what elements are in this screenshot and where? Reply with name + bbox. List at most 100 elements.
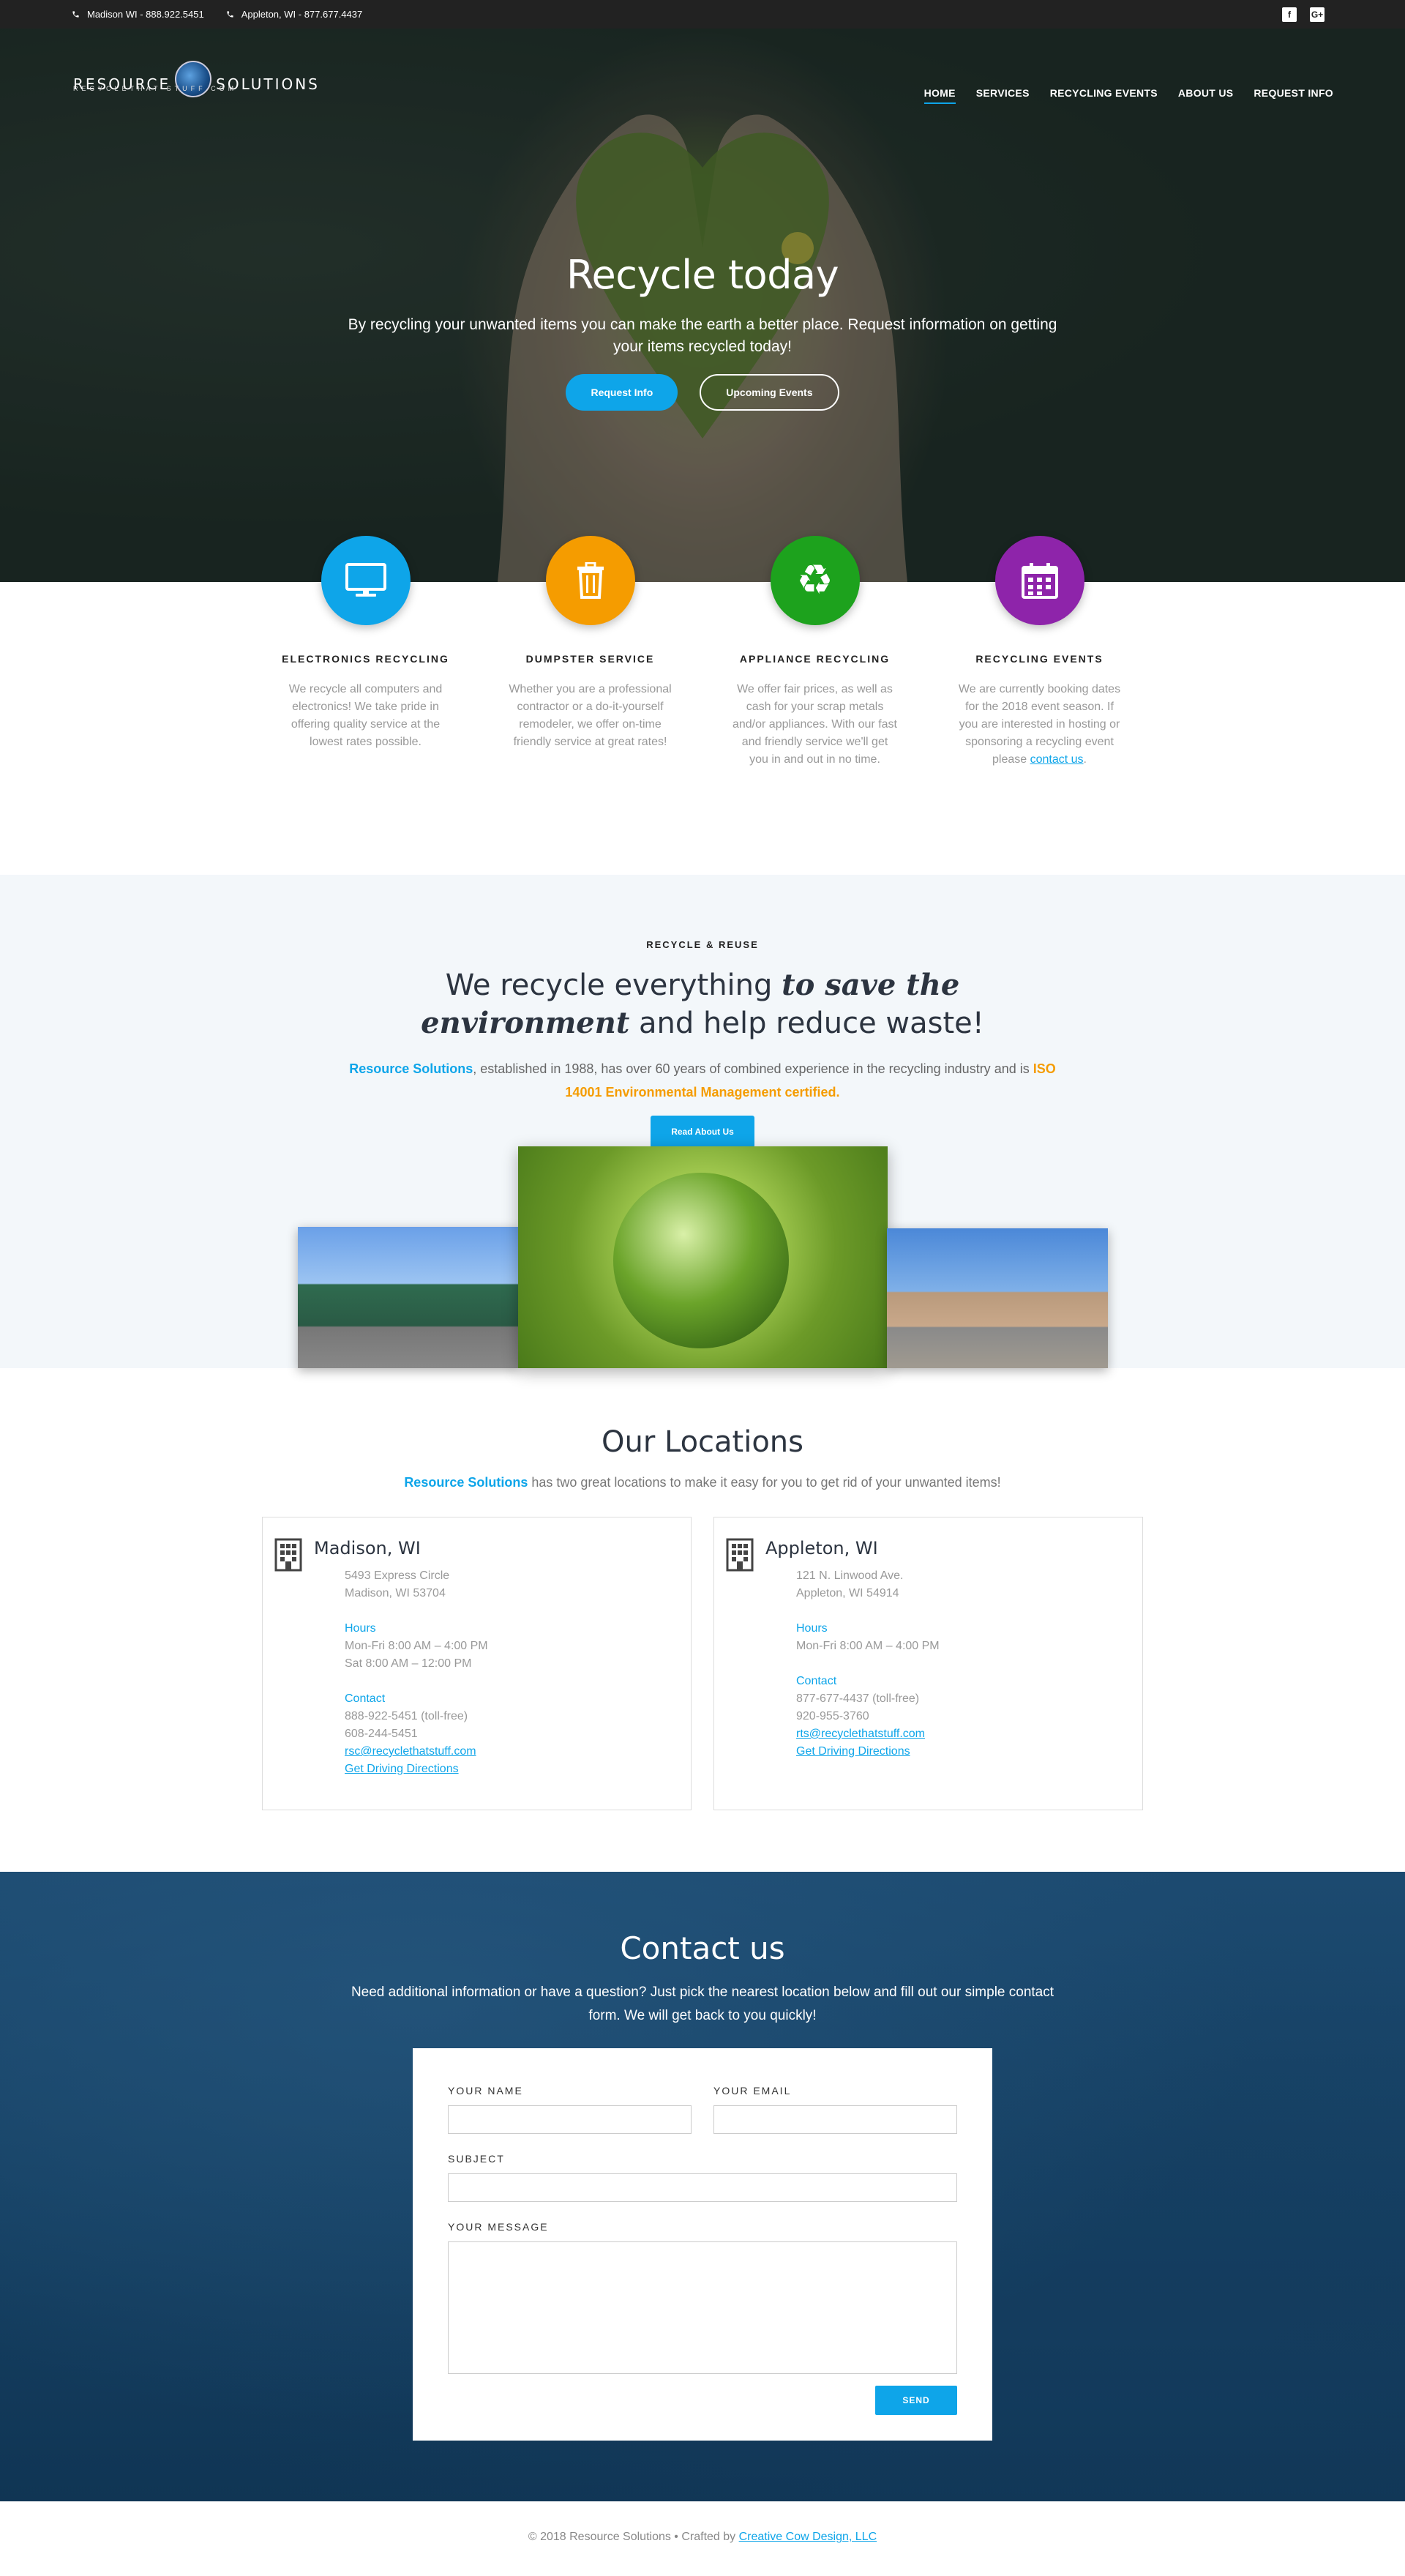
nav-services[interactable]: SERVICES xyxy=(976,87,1030,104)
globe-image xyxy=(613,1173,789,1348)
name-label: YOUR NAME xyxy=(448,2085,523,2097)
facebook-icon[interactable]: f xyxy=(1282,7,1297,22)
hours-line: Mon-Fri 8:00 AM – 4:00 PM xyxy=(796,1640,940,1652)
recycle-heading: We recycle everything to save the enviro… xyxy=(337,966,1068,1042)
lead-text: has two great locations to make it easy … xyxy=(528,1475,1001,1490)
hours-line: Sat 8:00 AM – 12:00 PM xyxy=(345,1657,472,1670)
nav-menu: HOME SERVICES RECYCLING EVENTS ABOUT US … xyxy=(923,87,1333,104)
subject-input[interactable] xyxy=(448,2173,957,2202)
locations-title: Our Locations xyxy=(601,1425,803,1459)
building-icon xyxy=(274,1538,302,1572)
phone-appleton-text: Appleton, WI - 877.677.4437 xyxy=(241,9,363,20)
hours-line: Mon-Fri 8:00 AM – 4:00 PM xyxy=(345,1640,488,1652)
hero-title: Recycle today xyxy=(566,252,839,298)
email-input[interactable] xyxy=(713,2105,957,2134)
hero-section: RESOURCE SOLUTIONS RECYCLETHAT STUFF.COM… xyxy=(0,29,1405,582)
brand-name: Resource Solutions xyxy=(349,1061,473,1076)
name-field-group: YOUR NAME xyxy=(448,2085,692,2134)
read-about-us-button[interactable]: Read About Us xyxy=(651,1116,754,1148)
service-icon-circle[interactable] xyxy=(994,536,1084,625)
address-line: Madison, WI 53704 xyxy=(345,1587,446,1599)
recycle-icon: ♻ xyxy=(796,556,833,604)
heading-part: We recycle everything xyxy=(445,968,782,1002)
nav-home[interactable]: HOME xyxy=(923,87,956,104)
trash-icon xyxy=(577,562,604,599)
copyright-text: © 2018 Resource Solutions • Crafted by xyxy=(528,2531,739,2543)
address-line: 5493 Express Circle xyxy=(345,1569,450,1582)
service-title: RECYCLING EVENTS xyxy=(975,653,1104,665)
name-input[interactable] xyxy=(448,2105,692,2134)
contact-us-link[interactable]: contact us xyxy=(1030,753,1084,766)
phone-line: 888-922-5451 (toll-free) xyxy=(345,1710,468,1722)
recycle-section: RECYCLE & REUSE We recycle everything to… xyxy=(0,875,1405,1368)
subject-label: SUBJECT xyxy=(448,2153,505,2165)
lead-end: . xyxy=(836,1085,840,1100)
nav-about-us[interactable]: ABOUT US xyxy=(1178,87,1234,104)
service-appliance: ♻ APPLIANCE RECYCLING We offer fair pric… xyxy=(727,536,904,829)
site-footer: © 2018 Resource Solutions • Crafted by C… xyxy=(0,2501,1405,2576)
hero-text: By recycling your unwanted items you can… xyxy=(348,316,1057,355)
location-cards: Madison, WI 5493 Express Circle Madison,… xyxy=(0,1517,1405,1810)
message-textarea[interactable] xyxy=(448,2241,957,2374)
recycle-globe-photo xyxy=(518,1146,888,1368)
nav-recycling-events[interactable]: RECYCLING EVENTS xyxy=(1050,87,1158,104)
contact-section: Contact us Need additional information o… xyxy=(0,1872,1405,2501)
driving-directions-link[interactable]: Get Driving Directions xyxy=(796,1745,910,1758)
hours-label: Hours xyxy=(796,1622,828,1635)
address-line: 121 N. Linwood Ave. xyxy=(796,1569,904,1582)
locations-lead: Resource Solutions has two great locatio… xyxy=(0,1475,1405,1490)
hero-content: Recycle today By recycling your unwanted… xyxy=(0,252,1405,411)
service-title: ELECTRONICS RECYCLING xyxy=(282,653,449,665)
location-card-madison: Madison, WI 5493 Express Circle Madison,… xyxy=(262,1517,692,1810)
location-card-appleton: Appleton, WI 121 N. Linwood Ave. Appleto… xyxy=(713,1517,1143,1810)
service-icon-circle[interactable] xyxy=(545,536,635,625)
email-link[interactable]: rsc@recyclethatstuff.com xyxy=(345,1745,476,1758)
request-info-button[interactable]: Request Info xyxy=(566,374,678,411)
social-links: f G+ xyxy=(1282,7,1325,22)
recycle-eyebrow: RECYCLE & REUSE xyxy=(646,939,759,950)
driving-directions-link[interactable]: Get Driving Directions xyxy=(345,1763,459,1775)
email-label: YOUR EMAIL xyxy=(713,2085,792,2097)
logo-tagline: RECYCLETHAT STUFF.COM xyxy=(73,85,238,92)
google-plus-icon[interactable]: G+ xyxy=(1310,7,1325,22)
lead-text: , established in 1988, has over 60 years… xyxy=(473,1061,1033,1076)
contact-label: Contact xyxy=(796,1675,837,1687)
service-text: Whether you are a professional contracto… xyxy=(509,683,672,748)
service-title: DUMPSTER SERVICE xyxy=(525,653,655,665)
service-text: We are currently booking dates for the 2… xyxy=(951,681,1128,769)
hero-buttons: Request Info Upcoming Events xyxy=(0,374,1405,411)
designer-link[interactable]: Creative Cow Design, LLC xyxy=(739,2531,877,2543)
recycle-lead: Resource Solutions, established in 1988,… xyxy=(337,1057,1068,1104)
email-field-group: YOUR EMAIL xyxy=(713,2085,957,2134)
top-bar: Madison WI - 888.922.5451 Appleton, WI -… xyxy=(0,0,1405,29)
upcoming-events-button[interactable]: Upcoming Events xyxy=(700,374,839,411)
nav-request-info[interactable]: REQUEST INFO xyxy=(1254,87,1333,104)
phone-icon xyxy=(227,11,233,18)
email-link[interactable]: rts@recyclethatstuff.com xyxy=(796,1728,925,1740)
phone-madison[interactable]: Madison WI - 888.922.5451 xyxy=(72,9,204,20)
site-logo[interactable]: RESOURCE SOLUTIONS RECYCLETHAT STUFF.COM xyxy=(73,61,320,97)
service-icon-circle[interactable]: ♻ xyxy=(770,536,860,625)
service-text-end: . xyxy=(1083,753,1087,766)
madison-building-photo xyxy=(298,1227,519,1368)
service-text: We recycle all computers and electronics… xyxy=(288,683,443,748)
phone-appleton[interactable]: Appleton, WI - 877.677.4437 xyxy=(226,9,363,20)
location-details: 121 N. Linwood Ave. Appleton, WI 54914 H… xyxy=(796,1567,1142,1761)
calendar-icon xyxy=(1021,563,1058,599)
contact-label: Contact xyxy=(345,1692,386,1705)
service-icon-circle[interactable] xyxy=(321,536,411,625)
service-events: RECYCLING EVENTS We are currently bookin… xyxy=(951,536,1128,829)
contact-title: Contact us xyxy=(620,1930,785,1966)
send-button[interactable]: SEND xyxy=(875,2386,957,2415)
service-electronics: ELECTRONICS RECYCLING We recycle all com… xyxy=(277,536,454,829)
service-title: APPLIANCE RECYCLING xyxy=(739,653,891,665)
phone-line: 608-244-5451 xyxy=(345,1728,418,1740)
message-field-group: YOUR MESSAGE xyxy=(448,2221,957,2374)
phone-line: 920-955-3760 xyxy=(796,1710,869,1722)
contact-lead: Need additional information or have a qu… xyxy=(351,1985,1054,2023)
form-row: YOUR NAME YOUR EMAIL xyxy=(448,2085,957,2134)
phone-icon xyxy=(72,11,79,18)
subject-field-group: SUBJECT xyxy=(448,2153,957,2202)
services-section: ELECTRONICS RECYCLING We recycle all com… xyxy=(0,536,1405,875)
location-city: Madison, WI xyxy=(314,1538,421,1558)
